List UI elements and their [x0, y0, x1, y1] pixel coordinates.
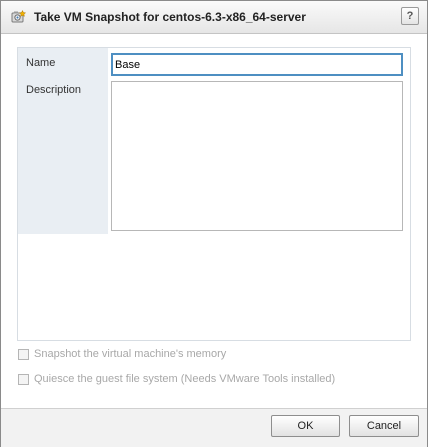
label-column	[18, 48, 108, 234]
help-icon: ?	[406, 10, 414, 22]
snapshot-memory-checkbox	[18, 348, 29, 360]
snapshot-icon	[11, 9, 27, 25]
description-label: Description	[26, 84, 82, 96]
dialog-titlebar[interactable]: Take VM Snapshot for centos-6.3-x86_64-s…	[1, 1, 427, 34]
dialog-footer: OK Cancel	[1, 408, 427, 447]
snapshot-memory-option: Snapshot the virtual machine's memory	[18, 347, 226, 361]
help-button[interactable]: ?	[401, 7, 419, 25]
snapshot-form: Name Description	[17, 47, 411, 341]
take-snapshot-dialog: Take VM Snapshot for centos-6.3-x86_64-s…	[0, 0, 428, 447]
quiesce-option: Quiesce the guest file system (Needs VMw…	[18, 372, 335, 386]
quiesce-checkbox	[18, 373, 29, 385]
snapshot-memory-label: Snapshot the virtual machine's memory	[34, 348, 227, 360]
dialog-title: Take VM Snapshot for centos-6.3-x86_64-s…	[34, 10, 306, 24]
ok-button[interactable]: OK	[271, 415, 340, 437]
cancel-button[interactable]: Cancel	[349, 415, 419, 437]
quiesce-label: Quiesce the guest file system (Needs VMw…	[34, 373, 336, 385]
name-field[interactable]	[111, 53, 403, 76]
description-field[interactable]	[111, 81, 403, 231]
name-label: Name	[26, 57, 56, 69]
